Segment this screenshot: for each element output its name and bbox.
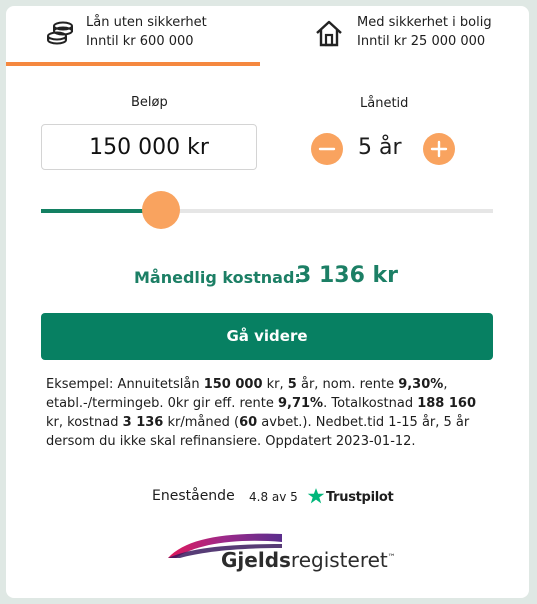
loan-calculator-card: Lån uten sikkerhet Inntil kr 600 000 Med…	[6, 6, 529, 598]
plus-icon	[430, 140, 448, 158]
continue-button[interactable]: Gå videre	[41, 313, 493, 360]
monthly-cost-value: 3 136 kr	[296, 263, 399, 288]
trustpilot-star-icon	[307, 488, 325, 504]
tab-subtitle: Inntil kr 25 000 000	[357, 34, 486, 49]
trustpilot-brand[interactable]: Trustpilot	[326, 490, 394, 505]
term-value: 5 år	[358, 135, 402, 160]
tab-title: Med sikkerhet i bolig	[357, 15, 492, 30]
house-icon	[316, 20, 342, 47]
trustpilot-rating-word: Enestående	[152, 488, 235, 504]
tab-subtitle: Inntil kr 600 000	[86, 34, 194, 49]
minus-icon	[318, 147, 336, 151]
logo-wordmark: Gjeldsregisteret™	[221, 548, 396, 572]
tab-title: Lån uten sikkerhet	[86, 15, 207, 30]
term-label: Lånetid	[360, 96, 409, 111]
trustpilot-score: 4.8 av 5	[249, 490, 298, 504]
increase-term-button[interactable]	[423, 133, 455, 165]
decrease-term-button[interactable]	[311, 133, 343, 165]
tab-secured-loan[interactable]: Med sikkerhet i bolig Inntil kr 25 000 0…	[268, 6, 529, 66]
gjeldsregisteret-logo[interactable]: Gjeldsregisteret™	[166, 524, 396, 580]
tab-unsecured-loan[interactable]: Lån uten sikkerhet Inntil kr 600 000	[6, 6, 260, 66]
amount-input[interactable]: 150 000 kr	[41, 124, 257, 170]
amount-label: Beløp	[131, 95, 168, 110]
amount-slider-thumb[interactable]	[141, 191, 180, 229]
monthly-cost-label: Månedlig kostnad:	[134, 268, 301, 287]
coins-icon	[47, 21, 73, 45]
loan-example-text: Eksempel: Annuitetslån 150 000 kr, 5 år,…	[46, 377, 477, 449]
